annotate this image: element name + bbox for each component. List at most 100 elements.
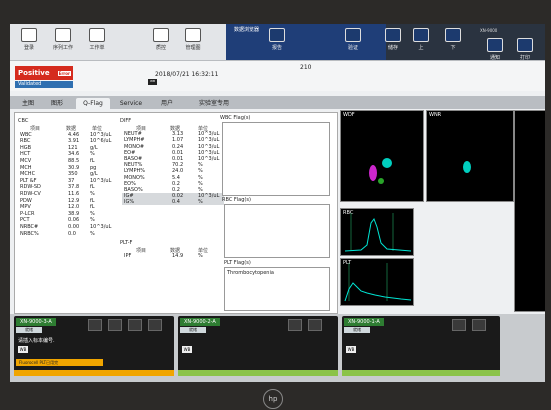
qc-button[interactable]: 质控: [148, 28, 174, 51]
cbc-cell: PLT &F: [20, 177, 37, 184]
cbc-cell: 0.00: [68, 224, 80, 230]
diff-title: DIFF: [120, 118, 132, 124]
unit-2-name[interactable]: XN-9000-2-A: [180, 318, 220, 326]
unit-1-graph-button[interactable]: [472, 319, 486, 331]
login-icon: [21, 28, 37, 42]
screen: 登录 序列工作 工作单 质控 管理图 数据浏览器 报告 XN-9000 验证 储…: [10, 24, 545, 382]
pltf-header: 项目 数据 单位: [136, 248, 209, 254]
cbc-cell: fL: [90, 158, 95, 164]
hp-logo: hp: [263, 389, 283, 409]
unit-3-status-bar: [14, 370, 174, 376]
cbc-cell: RBC: [20, 138, 31, 145]
unit-1-status-bar: [342, 370, 500, 376]
diff-cell: LYMPH#: [124, 137, 145, 144]
diff-cell: 0.01: [172, 156, 184, 162]
cbc-cell: 10^3/uL: [90, 177, 112, 184]
cbc-cell: PCT: [20, 217, 30, 224]
cbc-cell: 121: [68, 144, 78, 151]
tab-main[interactable]: 主图: [16, 98, 40, 109]
tab-service[interactable]: Service: [114, 98, 148, 109]
plt-flag-title: PLT Flag(s): [224, 260, 251, 266]
tab-graph[interactable]: 图形: [44, 98, 70, 109]
notify-button[interactable]: 通知: [482, 38, 508, 61]
unit-3-name[interactable]: XN-9000-3-A: [16, 318, 56, 326]
login-button[interactable]: 登录: [16, 28, 42, 51]
unit-1-name[interactable]: XN-9000-1-A: [344, 318, 384, 326]
save-icon: [385, 28, 401, 42]
cbc-cell: g/L: [90, 171, 98, 178]
cbc-row: NRBC# 0.00 10^3/uL: [20, 224, 116, 230]
diff-cell: MONO%: [124, 174, 145, 181]
cbc-cell: NRBC%: [20, 230, 39, 237]
unit-2-status-bar: [178, 370, 338, 376]
diff-cell: BASO#: [124, 156, 143, 162]
tab-lab[interactable]: 实验室专用: [186, 98, 242, 109]
diff-cell: 0.24: [172, 143, 184, 150]
cbc-row: RBC 3.91 10^6/uL: [20, 138, 116, 144]
down-icon: [445, 28, 461, 42]
report-button[interactable]: 报告: [264, 28, 290, 51]
sequence-button[interactable]: 序列工作: [50, 28, 76, 51]
pltf-table: 项目 数据 单位 IPF 14.9%: [122, 247, 222, 263]
worklist-button[interactable]: 工作单: [84, 28, 110, 51]
pltf-row: IPF 14.9%: [122, 253, 222, 259]
cbc-row: RDW-CV 11.6%: [20, 191, 116, 197]
up-icon: [413, 28, 429, 42]
cbc-title: CBC: [18, 118, 29, 124]
diff-cell: 10^3/uL: [198, 149, 220, 156]
cbc-cell: 3.91: [68, 138, 80, 145]
cbc-row: NRBC% 0.0%: [20, 231, 116, 237]
validate-button[interactable]: 验证: [340, 28, 366, 51]
diff-cell: 10^3/uL: [198, 193, 220, 200]
cbc-row: MCV 88.5 fL: [20, 158, 116, 164]
unit-1-tube-button[interactable]: [452, 319, 466, 331]
unit-2-tube-button[interactable]: [288, 319, 302, 331]
diff-cell: 10^3/uL: [198, 143, 220, 150]
cbc-row: MCH 30.9 pg: [20, 165, 116, 171]
unit-2-status: 就绪: [180, 327, 206, 333]
cbc-row: HGB 121 g/L: [20, 145, 116, 151]
tab-user[interactable]: 用户: [154, 98, 180, 109]
diff-header: 项目 数据 单位: [136, 126, 209, 132]
up-button[interactable]: 上: [408, 28, 434, 51]
diff-row: BASO# 0.01 10^3/uL: [122, 156, 224, 162]
cbc-cell: %: [90, 151, 95, 158]
qc-icon: [153, 28, 169, 42]
wdf-plot: [369, 158, 392, 184]
unit-3-settings-button[interactable]: [148, 319, 162, 331]
print-button[interactable]: 打印: [512, 38, 538, 61]
cbc-cell: NRBC#: [20, 224, 39, 230]
unit-3-tube-button[interactable]: [88, 319, 102, 331]
down-button[interactable]: 下: [440, 28, 466, 51]
cbc-row: PLT &F 37 10^3/uL: [20, 178, 116, 184]
diff-cell: NEUT%: [124, 162, 143, 169]
cbc-cell: g/L: [90, 144, 98, 151]
tab-qflag[interactable]: Q-Flag: [76, 98, 110, 109]
pltf-cell: IPF: [124, 253, 132, 260]
cbc-cell: fL: [90, 204, 95, 211]
cbc-cell: WBC: [20, 131, 32, 138]
diff-row: LYMPH% 24.0%: [122, 168, 224, 174]
diff-cell: MONO#: [124, 143, 145, 150]
chart-button[interactable]: 管理图: [180, 28, 206, 51]
diff-cell: %: [198, 162, 203, 169]
cbc-row: PCT 0.06%: [20, 217, 116, 223]
unit-2-graph-button[interactable]: [308, 319, 322, 331]
diff-cell: BASO%: [124, 187, 143, 193]
diff-row: IG# 0.02 10^3/uL: [122, 193, 224, 200]
unit-3-graph-button[interactable]: [108, 319, 122, 331]
analyzer-label: XN-9000: [480, 28, 498, 33]
wdf-scattergram: WDF: [340, 110, 424, 202]
unit-3-speaker-button[interactable]: [128, 319, 142, 331]
diff-cell: 1.07: [172, 137, 184, 144]
diff-cell: 5.4: [172, 174, 180, 181]
cbc-row: HCT 34.6%: [20, 151, 116, 157]
scattergram-strip: [514, 110, 545, 312]
cbc-cell: 37: [68, 177, 75, 184]
save-button[interactable]: 储存: [380, 28, 406, 51]
cbc-cell: %: [90, 217, 95, 224]
toolbar: 登录 序列工作 工作单 质控 管理图 数据浏览器 报告 XN-9000 验证 储…: [10, 24, 545, 61]
cbc-cell: 10^6/uL: [90, 138, 112, 145]
analyzer-status-area: XN-9000-3-A 就绪 请插入标本编号. WB Fluorocell PL…: [10, 314, 545, 382]
cbc-cell: %: [90, 230, 95, 237]
